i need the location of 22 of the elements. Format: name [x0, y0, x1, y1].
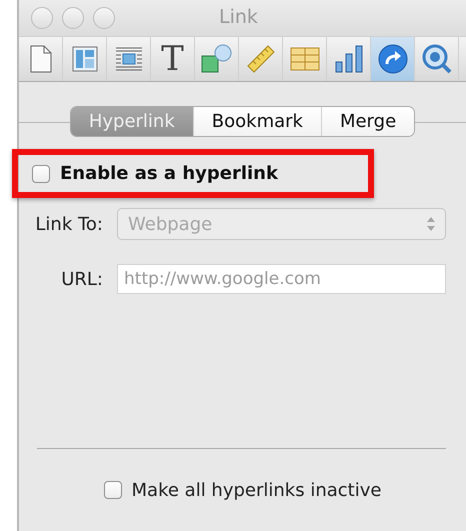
- shapes-icon: [200, 44, 232, 74]
- window-title: Link: [219, 6, 258, 28]
- checkbox[interactable]: [32, 164, 50, 182]
- media-icon: [422, 44, 452, 74]
- checkbox-label: Enable as a hyperlink: [60, 163, 278, 184]
- tab[interactable]: Merge: [320, 107, 414, 136]
- field-label: Link To:: [34, 214, 104, 234]
- checkbox[interactable]: [104, 481, 122, 499]
- link-icon: [378, 44, 408, 74]
- layout-icon: [72, 46, 98, 72]
- table-icon: [290, 47, 320, 71]
- field-label: URL:: [60, 268, 104, 290]
- toolbar-button[interactable]: [371, 37, 415, 81]
- stepper-arrows-icon: [427, 217, 435, 231]
- url-field[interactable]: http://www.google.com: [117, 264, 446, 294]
- tab[interactable]: Bookmark: [192, 107, 321, 136]
- checkbox-label: Make all hyperlinks inactive: [132, 480, 382, 500]
- bar-chart-icon: [334, 45, 362, 73]
- ruler-icon: [246, 44, 276, 74]
- document-icon: [30, 45, 52, 73]
- text-wrap-icon: [114, 46, 142, 72]
- text-button[interactable]: T: [151, 37, 195, 81]
